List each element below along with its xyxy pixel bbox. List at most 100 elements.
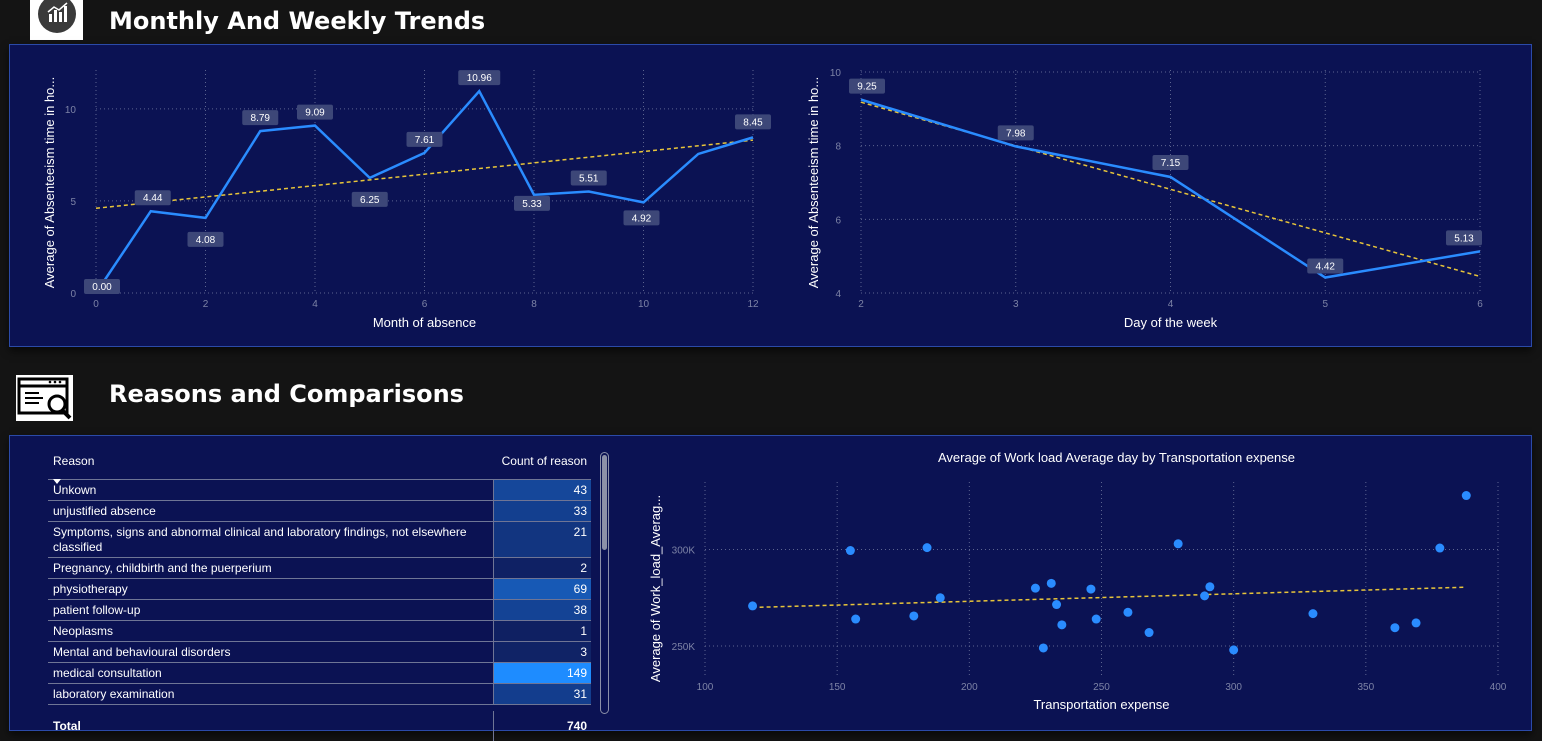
day-line-chart[interactable]: 2 3 4 5 6 4 6 8 10 Day of the week Average of Abse…: [800, 60, 1505, 340]
data-label: 6.25: [360, 195, 380, 206]
data-label: 9.09: [305, 108, 325, 119]
x-tick-label: 2: [203, 299, 209, 310]
y-tick-label: 10: [65, 105, 77, 116]
table-row[interactable]: Mental and behavioural disorders 3: [48, 642, 591, 663]
reason-cell: medical consultation: [53, 666, 162, 680]
count-cell: 38: [493, 600, 591, 620]
reason-cell: laboratory examination: [53, 687, 175, 701]
y-tick-label: 5: [70, 197, 76, 208]
x-tick-label: 350: [1357, 682, 1374, 693]
y-axis-title: Average of Absenteeism time in ho...: [42, 77, 57, 289]
x-tick-label: 300: [1225, 682, 1242, 693]
total-label: Total: [53, 719, 81, 733]
x-tick-label: 4: [1168, 299, 1174, 310]
table-row[interactable]: Symptoms, signs and abnormal clinical an…: [48, 522, 591, 558]
scatter-point: [1435, 543, 1445, 553]
data-label: 4.42: [1316, 262, 1336, 273]
web-search-icon: [17, 377, 72, 420]
reasons-section-icon: [16, 375, 73, 421]
table-row[interactable]: Unkown 43: [48, 480, 591, 501]
count-cell: 69: [493, 579, 591, 599]
table-row[interactable]: medical consultation 149: [48, 663, 591, 684]
y-tick-label: 300K: [672, 546, 696, 557]
reason-cell: physiotherapy: [53, 582, 128, 596]
table-row[interactable]: physiotherapy 69: [48, 579, 591, 600]
count-cell: 33: [493, 501, 591, 521]
scatter-point: [1205, 582, 1215, 592]
reason-column-header[interactable]: Reason: [48, 454, 493, 484]
reason-cell: Neoplasms: [53, 624, 114, 638]
reasons-section-title: Reasons and Comparisons: [109, 380, 464, 408]
scatter-point: [1086, 584, 1096, 594]
count-cell: 1: [493, 621, 591, 641]
scatter-point: [1091, 614, 1101, 624]
y-tick-label: 10: [830, 68, 842, 79]
y-tick-label: 0: [70, 289, 76, 300]
scatter-point: [935, 593, 945, 603]
trend-line: [752, 586, 1467, 609]
scatter-point: [1144, 628, 1154, 638]
scatter-point: [1411, 618, 1421, 628]
x-tick-label: 4: [312, 299, 318, 310]
reason-cell: patient follow-up: [53, 603, 141, 617]
scatter-point: [1308, 609, 1318, 619]
count-cell: 149: [493, 663, 591, 683]
scatter-point: [748, 601, 758, 611]
scatter-point: [909, 611, 919, 621]
scatter-point: [1229, 645, 1239, 655]
scatter-point: [1390, 623, 1400, 633]
scatter-point: [922, 543, 932, 553]
table-row[interactable]: Neoplasms 1: [48, 621, 591, 642]
y-tick-label: 8: [835, 142, 841, 153]
scatter-point: [851, 614, 861, 624]
table-row[interactable]: laboratory examination 31: [48, 684, 591, 705]
y-tick-label: 250K: [672, 642, 696, 653]
scatter-point: [1052, 600, 1062, 610]
data-label: 5.51: [579, 174, 599, 185]
reason-cell: Symptoms, signs and abnormal clinical an…: [53, 525, 467, 554]
scatter-point: [1046, 578, 1056, 588]
x-tick-label: 200: [961, 682, 978, 693]
data-label: 5.33: [522, 199, 542, 210]
count-cell: 31: [493, 684, 591, 704]
count-cell: 2: [493, 558, 591, 578]
data-label: 5.13: [1454, 233, 1474, 244]
y-axis-title: Average of Work_load_Averag...: [648, 495, 663, 682]
table-row[interactable]: patient follow-up 38: [48, 600, 591, 621]
table-row[interactable]: Pregnancy, childbirth and the puerperium…: [48, 558, 591, 579]
data-label: 4.92: [632, 213, 652, 224]
reason-cell: Mental and behavioural disorders: [53, 645, 231, 659]
count-cell: 21: [493, 522, 591, 557]
scatter-title: Average of Work load Average day by Tran…: [938, 450, 1295, 465]
x-tick-label: 150: [829, 682, 846, 693]
x-tick-label: 0: [93, 299, 99, 310]
count-column-header[interactable]: Count of reason: [493, 454, 591, 468]
x-axis-title: Day of the week: [1124, 315, 1218, 330]
trends-section-title: Monthly And Weekly Trends: [109, 7, 486, 35]
table-scrollbar[interactable]: [600, 452, 609, 714]
scatter-chart[interactable]: Average of Work load Average day by Tran…: [640, 445, 1520, 725]
month-line-chart[interactable]: 0 2 4 6 8 10 12 0 5 10 Month of absence Average of …: [40, 60, 780, 340]
y-axis-title: Average of Absenteeism time in ho...: [806, 77, 821, 289]
scatter-point: [1200, 591, 1210, 601]
reason-cell: unjustified absence: [53, 504, 156, 518]
y-tick-label: 4: [835, 289, 841, 300]
data-label: 9.25: [857, 82, 877, 93]
x-tick-label: 2: [858, 299, 864, 310]
x-axis-title: Month of absence: [373, 315, 476, 330]
sort-descending-icon[interactable]: [53, 479, 61, 484]
x-axis-title: Transportation expense: [1033, 697, 1169, 712]
reason-cell: Pregnancy, childbirth and the puerperium: [53, 561, 272, 575]
data-label: 7.61: [415, 135, 435, 146]
table-row[interactable]: unjustified absence 33: [48, 501, 591, 522]
reasons-table: Reason Count of reason Unkown 43 unjustifi…: [48, 452, 591, 741]
scatter-point: [1461, 491, 1471, 501]
data-label: 0.00: [92, 282, 112, 293]
x-tick-label: 10: [638, 299, 650, 310]
data-label: 8.45: [743, 117, 763, 128]
scrollbar-thumb[interactable]: [602, 455, 607, 550]
table-total-row: Total 740: [48, 711, 591, 741]
x-tick-label: 6: [422, 299, 428, 310]
x-tick-label: 400: [1490, 682, 1507, 693]
bar-chart-icon: [38, 0, 76, 33]
